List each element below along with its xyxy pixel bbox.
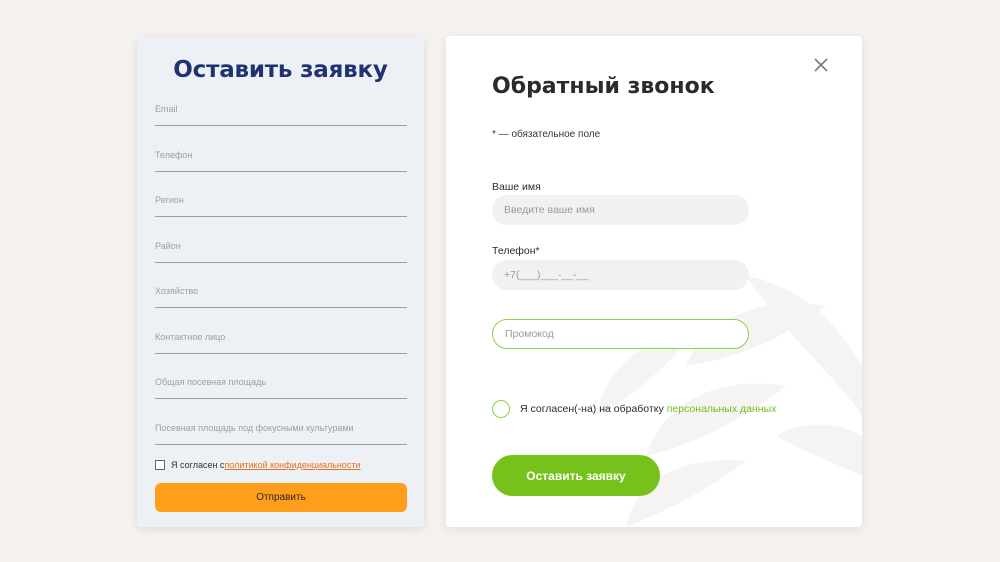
required-field-note: * — обязательное поле xyxy=(492,129,601,140)
privacy-policy-link[interactable]: политикой конфиденциальности xyxy=(224,460,360,470)
farm-field-label: Хозяйство xyxy=(155,286,199,296)
consent-radio[interactable] xyxy=(492,400,510,418)
district-field[interactable]: Район xyxy=(155,241,407,263)
total-sown-area-field[interactable]: Общая посевная площадь xyxy=(155,377,407,399)
privacy-consent: Я согласен с политикой конфиденциальност… xyxy=(155,459,361,471)
focus-crops-area-field[interactable]: Посевная площадь под фокусными культурам… xyxy=(155,423,407,445)
district-field-label: Район xyxy=(155,241,181,251)
privacy-checkbox[interactable] xyxy=(155,460,165,470)
phone-input[interactable]: +7(___)___-__-__ xyxy=(492,260,749,290)
phone-field-label: Телефон xyxy=(155,150,193,160)
total-sown-area-field-label: Общая посевная площадь xyxy=(155,377,267,387)
close-icon[interactable] xyxy=(812,56,830,74)
request-form-title: Оставить заявку xyxy=(173,57,388,83)
privacy-consent-text: Я согласен с xyxy=(171,460,225,470)
callback-modal: Обратный звонок * — обязательное поле Ва… xyxy=(446,36,862,527)
email-field-label: Email xyxy=(155,104,178,114)
focus-crops-area-field-label: Посевная площадь под фокусными культурам… xyxy=(155,423,354,433)
contact-person-field-label: Контактное лицо xyxy=(155,332,226,342)
promo-code-input[interactable]: Промокод xyxy=(492,319,749,349)
request-form-card: Оставить заявку Email Телефон Регион Рай… xyxy=(137,37,424,527)
farm-field[interactable]: Хозяйство xyxy=(155,286,407,308)
region-field[interactable]: Регион xyxy=(155,195,407,217)
phone-label: Телефон* xyxy=(492,245,540,257)
consent-text: Я согласен(-на) на обработку xyxy=(520,403,664,415)
region-field-label: Регион xyxy=(155,195,184,205)
contact-person-field[interactable]: Контактное лицо xyxy=(155,332,407,354)
personal-data-link[interactable]: персональных данных xyxy=(667,403,777,415)
name-label: Ваше имя xyxy=(492,181,541,193)
personal-data-consent: Я согласен(-на) на обработку персональны… xyxy=(492,400,776,418)
send-button[interactable]: Отправить xyxy=(155,483,407,512)
phone-field[interactable]: Телефон xyxy=(155,150,407,172)
modal-title: Обратный звонок xyxy=(492,74,715,99)
email-field[interactable]: Email xyxy=(155,104,407,126)
name-input[interactable]: Введите ваше имя xyxy=(492,195,749,225)
submit-request-button[interactable]: Оставить заявку xyxy=(492,455,660,496)
